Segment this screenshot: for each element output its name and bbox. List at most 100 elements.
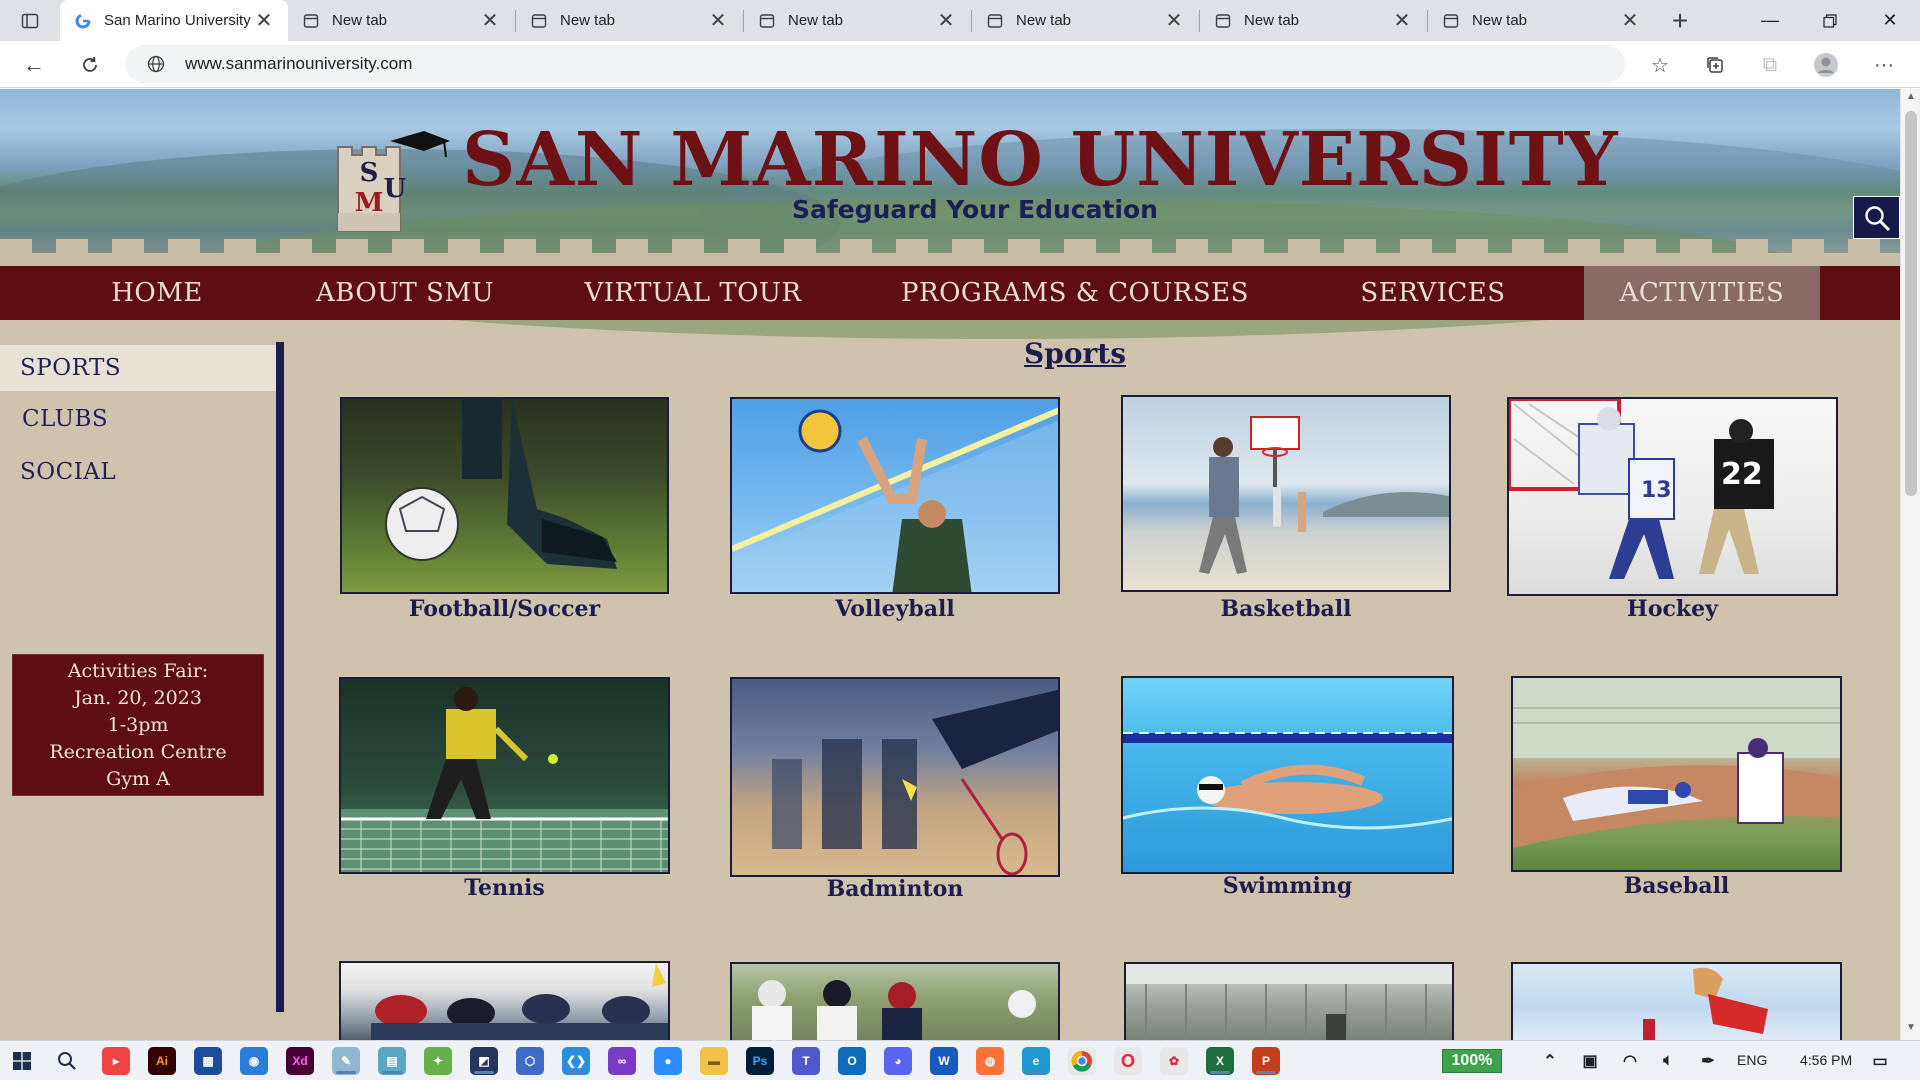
sport-image-football[interactable] [340,397,669,594]
tab-actions-button[interactable] [0,0,60,41]
sport-image-basketball[interactable] [1121,395,1451,592]
browser-tab[interactable]: New tab ✕ [1428,0,1654,41]
app-icon-dark[interactable]: ◩ [470,1047,498,1075]
pen-icon[interactable]: ✒ [1694,1047,1722,1075]
refresh-button[interactable] [72,47,108,83]
university-logo[interactable]: S M U [332,127,450,232]
vscode-icon[interactable]: ❮❯ [562,1047,590,1075]
browser-tab-active[interactable]: San Marino University ✕ [60,0,288,41]
sport-image-swimming[interactable] [1121,676,1454,874]
nav-home[interactable]: HOME [82,266,232,320]
nav-programs-courses[interactable]: PROGRAMS & COURSES [890,266,1260,320]
word-icon[interactable]: W [930,1047,958,1075]
app-icon-teal[interactable]: ▤ [378,1047,406,1075]
wifi-icon[interactable]: ◠ [1616,1047,1644,1075]
site-search-button[interactable] [1853,196,1900,239]
extension-button[interactable]: ⧉ [1752,47,1788,83]
close-window-button[interactable]: ✕ [1860,0,1920,41]
nav-activities[interactable]: ACTIVITIES [1584,266,1820,320]
browser-tab[interactable]: New tab ✕ [972,0,1198,41]
edge-icon[interactable]: e [1022,1047,1050,1075]
close-tab-icon[interactable]: ✕ [1164,8,1184,33]
chrome-icon[interactable] [1068,1047,1096,1075]
sport-label-basketball[interactable]: Basketball [1121,596,1451,622]
sport-image-cycling[interactable] [339,961,670,1040]
adobe-xd-icon[interactable]: Xd [286,1047,314,1075]
address-bar[interactable]: www.sanmarinouniversity.com [125,45,1625,83]
sport-label-badminton[interactable]: Badminton [730,876,1060,902]
sport-image-indoor-track[interactable] [1124,962,1454,1040]
sport-label-baseball[interactable]: Baseball [1511,873,1842,899]
outlook-icon[interactable]: O [838,1047,866,1075]
close-tab-icon[interactable]: ✕ [480,8,500,33]
excel-icon[interactable]: X [1206,1047,1234,1075]
more-menu-button[interactable]: ··· [1866,47,1902,83]
app-icon-red[interactable]: ▸ [102,1047,130,1075]
close-tab-icon[interactable]: ✕ [1620,8,1640,33]
search-button[interactable] [53,1047,81,1075]
language-indicator[interactable]: ENG [1737,1052,1767,1068]
notification-icon[interactable]: ▭ [1866,1047,1894,1075]
favorites-button[interactable]: ☆ [1642,47,1678,83]
new-tab-button[interactable]: + [1660,0,1700,41]
sport-label-volleyball[interactable]: Volleyball [730,596,1060,622]
sport-label-football[interactable]: Football/Soccer [340,596,669,622]
start-button[interactable] [8,1047,36,1075]
sport-label-swimming[interactable]: Swimming [1121,873,1454,899]
volume-icon[interactable]: 🔈︎ [1654,1047,1682,1075]
sidebar-item-sports[interactable]: SPORTS [0,345,276,391]
nav-services[interactable]: SERVICES [1340,266,1526,320]
page-scrollbar[interactable]: ▲ ▼ [1900,89,1920,1040]
browser-tab[interactable]: New tab ✕ [1200,0,1426,41]
back-button[interactable]: ← [16,47,52,83]
app-icon-blue[interactable]: ▦ [194,1047,222,1075]
nav-about[interactable]: ABOUT SMU [300,266,510,320]
sport-image-baseball[interactable] [1511,676,1842,872]
firefox-icon[interactable]: ◍ [976,1047,1004,1075]
scroll-up-icon[interactable]: ▲ [1901,91,1920,107]
sport-label-hockey[interactable]: Hockey [1507,596,1838,622]
tray-expand-icon[interactable]: ⌃ [1536,1047,1564,1075]
browser-tab[interactable]: New tab ✕ [516,0,742,41]
app-icon-hex[interactable]: ⬡ [516,1047,544,1075]
sport-image-badminton[interactable] [730,677,1060,877]
app-icon-lightblue[interactable]: ◉ [240,1047,268,1075]
zoom-app-icon[interactable]: ● [654,1047,682,1075]
close-tab-icon[interactable]: ✕ [1392,8,1412,33]
collections-button[interactable] [1697,47,1733,83]
tray-app-icon[interactable]: ▣ [1576,1047,1604,1075]
close-tab-icon[interactable]: ✕ [708,8,728,33]
zoom-level-badge[interactable]: 100% [1442,1049,1502,1073]
scrollbar-thumb[interactable] [1905,111,1917,496]
sport-image-hockey[interactable]: 13 22 [1507,397,1838,596]
sport-label-tennis[interactable]: Tennis [339,875,670,901]
newtab-favicon-icon [986,12,1004,30]
browser-tab[interactable]: New tab ✕ [288,0,514,41]
powerpoint-icon[interactable]: P [1252,1047,1280,1075]
sport-image-figure-skating[interactable] [1511,962,1842,1040]
sidebar-item-clubs[interactable]: CLUBS [0,396,276,442]
browser-tab[interactable]: New tab ✕ [744,0,970,41]
discord-icon[interactable]: ◕ [884,1047,912,1075]
restore-button[interactable] [1800,0,1860,41]
profile-button[interactable] [1808,47,1844,83]
photoshop-icon[interactable]: Ps [746,1047,774,1075]
sidebar-item-social[interactable]: SOCIAL [0,449,276,495]
app-icon-green[interactable]: ✦ [424,1047,452,1075]
visual-studio-icon[interactable]: ∞ [608,1047,636,1075]
sport-image-tennis[interactable] [339,677,670,874]
opera-icon[interactable]: O [1114,1047,1142,1075]
minimize-button[interactable]: — [1740,0,1800,41]
close-tab-icon[interactable]: ✕ [936,8,956,33]
app-icon-brain[interactable]: ✿ [1160,1047,1188,1075]
nav-virtual-tour[interactable]: VIRTUAL TOUR [565,266,821,320]
close-tab-icon[interactable]: ✕ [254,8,274,33]
file-explorer-icon[interactable]: ▬ [700,1047,728,1075]
clock[interactable]: 4:56 PM [1800,1052,1852,1068]
sport-image-football-american[interactable] [730,962,1060,1040]
app-icon-pen[interactable]: ✎ [332,1047,360,1075]
illustrator-icon[interactable]: Ai [148,1047,176,1075]
scroll-down-icon[interactable]: ▼ [1901,1022,1920,1038]
sport-image-volleyball[interactable] [730,397,1060,594]
teams-icon[interactable]: T [792,1047,820,1075]
